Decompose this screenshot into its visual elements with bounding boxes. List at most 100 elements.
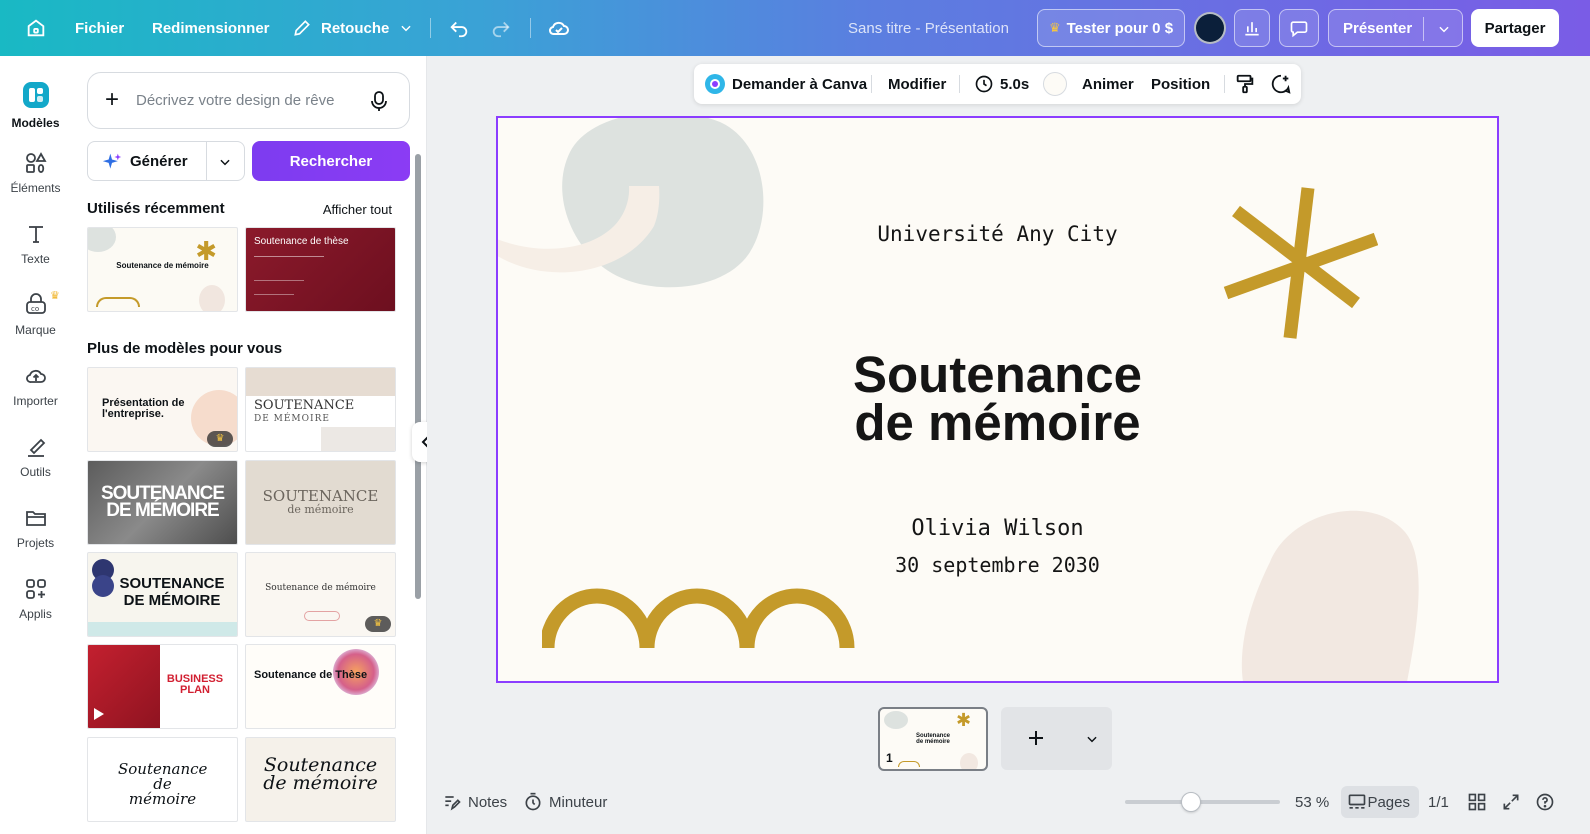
zoom-level[interactable]: 53 %	[1295, 786, 1329, 818]
rail-item-tools[interactable]: Outils	[0, 427, 71, 498]
duration-button[interactable]: 5.0s	[974, 64, 1029, 104]
rail-item-upload[interactable]: Importer	[0, 356, 71, 427]
comments-button[interactable]	[1279, 9, 1319, 47]
crown-icon: ♛	[50, 290, 60, 302]
see-all-link[interactable]: Afficher tout	[323, 202, 392, 217]
author-name[interactable]: Olivia Wilson	[498, 516, 1497, 541]
university-name[interactable]: Université Any City	[498, 222, 1497, 246]
bar-chart-icon	[1245, 22, 1259, 36]
position-button[interactable]: Position	[1151, 64, 1210, 104]
rail-item-brand[interactable]: ♛ co Marque	[0, 285, 71, 356]
pages-button[interactable]: Pages	[1341, 786, 1419, 818]
cloud-check-icon	[549, 21, 569, 35]
rail-item-apps[interactable]: Applis	[0, 569, 71, 640]
try-pro-button[interactable]: ♛ Tester pour 0 $	[1037, 9, 1185, 47]
pages-icon	[1348, 794, 1366, 809]
chevron-down-icon[interactable]	[1437, 22, 1451, 36]
template-thumb[interactable]: BUSINESS PLAN	[87, 644, 238, 729]
recent-template-2[interactable]: Soutenance de thèse	[245, 227, 396, 312]
home-button[interactable]	[18, 0, 54, 56]
thumb-title: Soutenance de mémoire	[116, 261, 209, 270]
search-button[interactable]: Rechercher	[252, 141, 410, 181]
template-thumb[interactable]: Soutenance de mémoire	[245, 737, 396, 822]
notes-icon	[445, 796, 461, 811]
thumb-title: Soutenance de mémoire	[263, 754, 378, 794]
more-section-title: Plus de modèles pour vous	[87, 340, 283, 357]
color-swatch-button[interactable]	[1043, 64, 1067, 104]
thumb-title: Soutenance de thèse	[254, 236, 349, 247]
design-prompt-input[interactable]: + Décrivez votre design de rêve	[87, 72, 410, 129]
comment-add-icon	[1271, 74, 1291, 94]
asterisk-shape	[1223, 187, 1378, 339]
shape	[88, 228, 116, 252]
slide-title-line-2[interactable]: de mémoire	[498, 397, 1497, 448]
canva-ai-icon	[705, 74, 725, 94]
crown-icon: ♛	[207, 431, 233, 447]
rail-item-elements[interactable]: Éléments	[0, 143, 71, 214]
template-thumb[interactable]: SOUTENANCE DE MÉMOIRE	[87, 460, 238, 545]
present-button[interactable]: Présenter	[1328, 9, 1463, 47]
thumb-subtitle: de mémoire	[287, 503, 354, 516]
microphone-icon[interactable]	[369, 90, 389, 112]
rail-item-projects[interactable]: Projets	[0, 498, 71, 569]
plus-icon[interactable]: +	[105, 88, 119, 112]
thumb-title: BUSINESS PLAN	[166, 673, 224, 696]
top-bar: Fichier Redimensionner Retouche Sans tit…	[0, 0, 1590, 56]
template-thumb[interactable]: SOUTENANCE DE MÉMOIRE	[245, 367, 396, 452]
try-pro-label: Tester pour 0 $	[1066, 19, 1174, 37]
zoom-slider-handle[interactable]	[1181, 792, 1201, 812]
template-thumb[interactable]: SOUTENANCE de mémoire	[245, 460, 396, 545]
template-thumb[interactable]: Soutenance de mémoire	[87, 737, 238, 822]
ask-canva-button[interactable]: Demander à Canva	[704, 64, 867, 104]
shape	[321, 427, 395, 451]
page-thumbnail[interactable]: ✱ Soutenance de mémoire 1	[878, 707, 988, 771]
slide-canvas[interactable]: Université Any City Soutenance de mémoir…	[496, 116, 1499, 683]
line	[254, 294, 294, 295]
notes-button[interactable]: Notes	[442, 786, 507, 818]
left-rail: Modèles Éléments Texte ♛ co Marque Impor…	[0, 56, 71, 834]
divider	[1423, 17, 1424, 41]
insights-button[interactable]	[1234, 9, 1270, 47]
zoom-slider[interactable]	[1125, 800, 1280, 804]
template-thumb[interactable]: Présentation de l'entreprise. ♛	[87, 367, 238, 452]
chevron-down-icon[interactable]	[1085, 732, 1099, 746]
cloud-save-status[interactable]	[547, 0, 571, 56]
expand-icon	[1503, 794, 1519, 810]
file-menu[interactable]: Fichier	[75, 0, 124, 56]
rail-item-templates[interactable]: Modèles	[0, 72, 71, 143]
duration-label: 5.0s	[1000, 75, 1030, 93]
redo-button[interactable]	[490, 0, 512, 56]
share-button[interactable]: Partager	[1471, 9, 1559, 47]
scrollbar-thumb[interactable]	[415, 154, 421, 599]
edit-button[interactable]: Modifier	[888, 64, 946, 104]
undo-button[interactable]	[448, 0, 470, 56]
rail-label: Importer	[13, 394, 58, 408]
fullscreen-button[interactable]	[1501, 786, 1521, 818]
add-page-button[interactable]	[1001, 707, 1112, 770]
generate-button[interactable]: Générer	[87, 141, 245, 181]
help-button[interactable]	[1535, 786, 1555, 818]
asterisk-shape: ✱	[956, 710, 972, 730]
grid-view-button[interactable]	[1467, 786, 1487, 818]
color-swatch	[1043, 72, 1067, 96]
presentation-date[interactable]: 30 septembre 2030	[498, 553, 1497, 577]
retouch-menu[interactable]: Retouche	[292, 0, 413, 56]
plus-icon	[1029, 731, 1043, 745]
resize-menu[interactable]: Redimensionner	[152, 0, 270, 56]
template-thumb[interactable]: Soutenance de mémoire ♛	[245, 552, 396, 637]
rail-item-text[interactable]: Texte	[0, 214, 71, 285]
chevron-down-icon[interactable]	[218, 155, 232, 169]
slide-title-line-1[interactable]: Soutenance	[498, 349, 1497, 400]
paint-format-button[interactable]	[1234, 64, 1256, 104]
line	[254, 280, 304, 281]
paint-roller-icon	[1236, 74, 1254, 94]
add-comment-button[interactable]	[1270, 64, 1292, 104]
timer-button[interactable]: Minuteur	[523, 786, 607, 818]
animate-button[interactable]: Animer	[1082, 64, 1134, 104]
templates-icon	[22, 82, 49, 108]
document-title[interactable]: Sans titre - Présentation	[848, 0, 1009, 56]
template-thumb[interactable]: SOUTENANCE DE MÉMOIRE	[87, 552, 238, 637]
recent-template-1[interactable]: ✱ Soutenance de mémoire	[87, 227, 238, 312]
template-thumb[interactable]: Soutenance de Thèse	[245, 644, 396, 729]
avatar[interactable]	[1194, 12, 1226, 44]
